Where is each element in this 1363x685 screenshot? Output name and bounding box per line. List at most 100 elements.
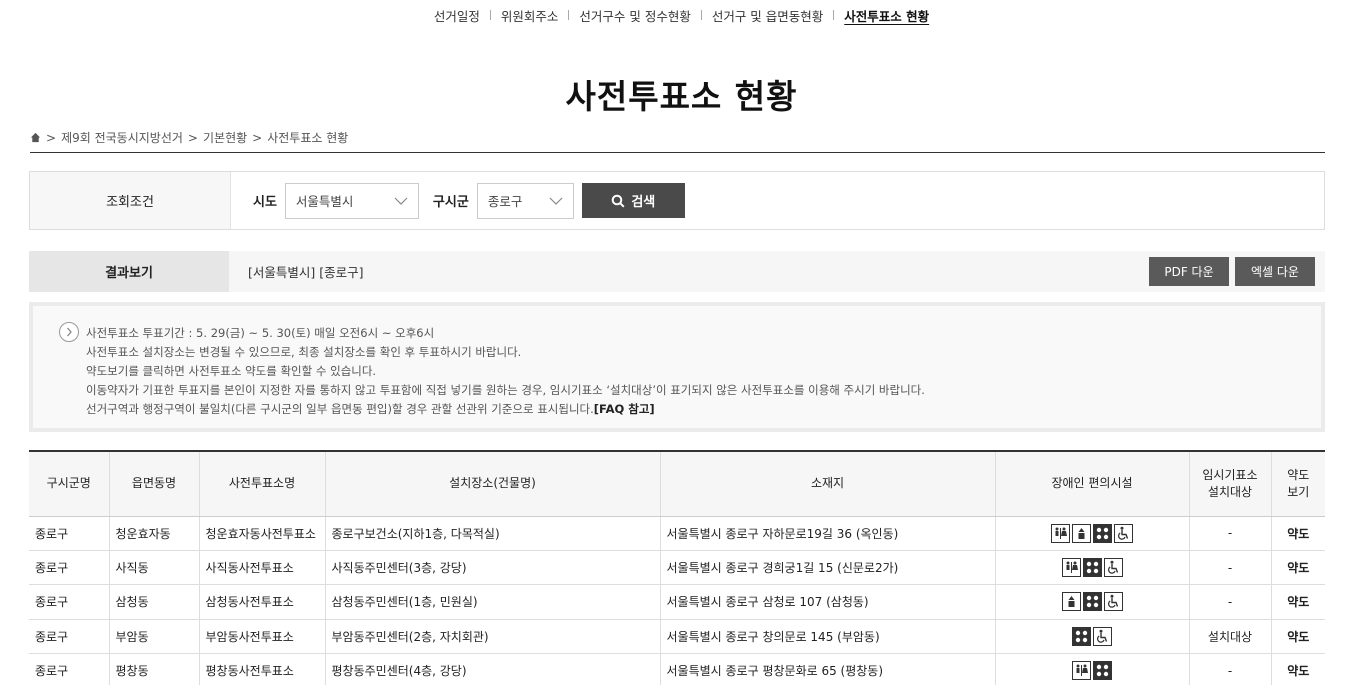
search-panel: 조회조건 시도 서울특별시 구시군 종로구 검색 [29, 171, 1325, 230]
breadcrumb-separator: > [46, 130, 57, 145]
table-row: 종로구 삼청동 삼청동사전투표소 삼청동주민센터(1층, 민원실) 서울특별시 종로구 … [29, 584, 1325, 620]
elevator-icon [1072, 523, 1091, 543]
chevron-down-icon [394, 197, 408, 205]
cell-facilities [995, 584, 1190, 620]
nav-item-district-dong-status[interactable]: 선거구 및 읍면동현황 [702, 6, 833, 25]
cell-station-name: 삼청동사전투표소 [199, 584, 326, 620]
gusigun-select-value: 종로구 [487, 194, 523, 209]
breadcrumb-item-basic[interactable]: 기본현황 [203, 129, 247, 146]
map-link[interactable]: 약도 [1271, 653, 1325, 685]
cell-dong: 평창동 [109, 653, 200, 685]
nav-item-committee-address[interactable]: 위원회주소 [491, 6, 569, 25]
cell-dong: 사직동 [109, 550, 200, 586]
cell-temp-booth: - [1189, 584, 1272, 620]
cell-facilities [995, 619, 1190, 655]
cell-gu: 종로구 [29, 619, 110, 655]
map-link[interactable]: 약도 [1271, 619, 1325, 655]
breadcrumb-separator: > [187, 130, 198, 145]
col-header-gu: 구시군명 [29, 450, 110, 517]
sido-select-value: 서울특별시 [295, 194, 354, 209]
map-link[interactable]: 약도 [1271, 550, 1325, 586]
cell-facilities [995, 516, 1190, 551]
nav-item-election-schedule[interactable]: 선거일정 [424, 6, 490, 25]
search-condition-label: 조회조건 [30, 172, 231, 229]
table-header-row: 구시군명 읍면동명 사전투표소명 설치장소(건물명) 소재지 장애인 편의시설 … [29, 450, 1325, 517]
cell-place: 평창동주민센터(4층, 강당) [325, 653, 661, 685]
wheelchair-icon [1093, 626, 1112, 646]
breadcrumb-separator: > [252, 130, 263, 145]
notice-line: 사전투표소 설치장소는 변경될 수 있으므로, 최종 설치장소를 확인 후 투표… [86, 345, 522, 359]
cell-address: 서울특별시 종로구 평창문화로 65 (평창동) [660, 653, 996, 685]
cell-temp-booth: 설치대상 [1189, 619, 1272, 655]
cell-dong: 청운효자동 [109, 516, 200, 551]
map-link[interactable]: 약도 [1271, 584, 1325, 620]
cell-temp-booth: - [1189, 653, 1272, 685]
table-row: 종로구 평창동 평창동사전투표소 평창동주민센터(4층, 강당) 서울특별시 종로구 평… [29, 653, 1325, 685]
excel-download-button[interactable]: 엑셀 다운 [1235, 257, 1315, 286]
notice-box: 사전투표소 투표기간 : 5. 29(금) ~ 5. 30(토) 매일 오전6시… [29, 302, 1325, 432]
breadcrumb: > 제9회 전국동시지방선거 > 기본현황 > 사전투표소 현황 [30, 129, 348, 146]
gusigun-select[interactable]: 종로구 [476, 182, 574, 219]
cell-address: 서울특별시 종로구 경희궁1길 15 (신문로2가) [660, 550, 996, 586]
notice-line: 사전투표소 투표기간 : 5. 29(금) ~ 5. 30(토) 매일 오전6시… [86, 326, 435, 340]
col-header-map: 약도 보기 [1271, 450, 1325, 517]
cell-place: 사직동주민센터(3층, 강당) [325, 550, 661, 586]
wheelchair-icon [1103, 558, 1123, 578]
gusigun-label: 구시군 [432, 195, 469, 210]
notice-line: 약도보기를 클릭하면 사전투표소 약도를 확인할 수 있습니다. [86, 364, 377, 378]
breadcrumb-item-election[interactable]: 제9회 전국동시지방선거 [61, 129, 183, 146]
notice-line-last: 선거구역과 행정구역이 불일치(다른 구시군의 일부 읍면동 편입)할 경우 관… [86, 400, 925, 419]
cell-address: 서울특별시 종로구 자하문로19길 36 (옥인동) [660, 516, 996, 551]
cell-station-name: 사직동사전투표소 [199, 550, 326, 586]
cell-station-name: 평창동사전투표소 [199, 653, 326, 685]
col-header-dong: 읍면동명 [109, 450, 200, 517]
top-nav: 선거일정 위원회주소 선거구수 및 정수현황 선거구 및 읍면동현황 사전투표소… [0, 0, 1363, 30]
title-divider [30, 152, 1325, 153]
cell-facilities [995, 653, 1190, 685]
pdf-download-button[interactable]: PDF 다운 [1149, 257, 1229, 286]
wheelchair-icon [1103, 592, 1123, 612]
sido-select[interactable]: 서울특별시 [284, 182, 419, 219]
faq-link[interactable]: [FAQ 참고] [594, 402, 655, 416]
braille-icon [1082, 592, 1102, 612]
cell-gu: 종로구 [29, 550, 110, 586]
nav-item-district-count[interactable]: 선거구수 및 정수현황 [569, 6, 700, 25]
chevron-down-icon [549, 197, 563, 205]
map-link[interactable]: 약도 [1271, 516, 1325, 551]
table-row: 종로구 부암동 부암동사전투표소 부암동주민센터(2층, 자치회관) 서울특별시 종로구… [29, 619, 1325, 655]
search-icon [612, 194, 625, 208]
braille-icon [1093, 523, 1112, 543]
cell-address: 서울특별시 종로구 창의문로 145 (부암동) [660, 619, 996, 655]
braille-icon [1072, 626, 1091, 646]
cell-place: 종로구보건소(지하1층, 다목적실) [325, 516, 661, 551]
cell-dong: 부암동 [109, 619, 200, 655]
cell-gu: 종로구 [29, 653, 110, 685]
cell-station-name: 부암동사전투표소 [199, 619, 326, 655]
cell-place: 부암동주민센터(2층, 자치회관) [325, 619, 661, 655]
cell-address: 서울특별시 종로구 삼청로 107 (삼청동) [660, 584, 996, 620]
cell-facilities [995, 550, 1190, 586]
restroom-icon [1072, 661, 1091, 681]
table-row: 종로구 사직동 사직동사전투표소 사직동주민센터(3층, 강당) 서울특별시 종로구 경… [29, 550, 1325, 586]
cell-temp-booth: - [1189, 516, 1272, 551]
cell-dong: 삼청동 [109, 584, 200, 620]
polling-station-table: 구시군명 읍면동명 사전투표소명 설치장소(건물명) 소재지 장애인 편의시설 … [29, 450, 1325, 685]
cell-gu: 종로구 [29, 584, 110, 620]
search-button[interactable]: 검색 [581, 183, 685, 218]
cell-station-name: 청운효자동사전투표소 [199, 516, 326, 551]
table-row: 종로구 청운효자동 청운효자동사전투표소 종로구보건소(지하1층, 다목적실) 서울특별… [29, 516, 1325, 551]
search-button-label: 검색 [631, 195, 656, 210]
nav-item-early-voting-status[interactable]: 사전투표소 현황 [834, 6, 939, 25]
notice-line: 이동약자가 기표한 투표지를 본인이 지정한 자를 통하지 않고 투표함에 직접… [86, 383, 925, 397]
braille-icon [1093, 661, 1112, 681]
col-header-address: 소재지 [660, 450, 996, 517]
col-header-facilities: 장애인 편의시설 [995, 450, 1190, 517]
notice-line: 선거구역과 행정구역이 불일치(다른 구시군의 일부 읍면동 편입)할 경우 관… [86, 402, 594, 416]
braille-icon [1082, 558, 1102, 578]
home-icon[interactable] [30, 132, 41, 143]
result-bar: 결과보기 [서울특별시] [종로구] PDF 다운 엑셀 다운 [29, 251, 1325, 292]
sido-label: 시도 [253, 195, 277, 210]
page-title: 사전투표소 현황 [565, 77, 798, 116]
cell-place: 삼청동주민센터(1층, 민원실) [325, 584, 661, 620]
cell-gu: 종로구 [29, 516, 110, 551]
